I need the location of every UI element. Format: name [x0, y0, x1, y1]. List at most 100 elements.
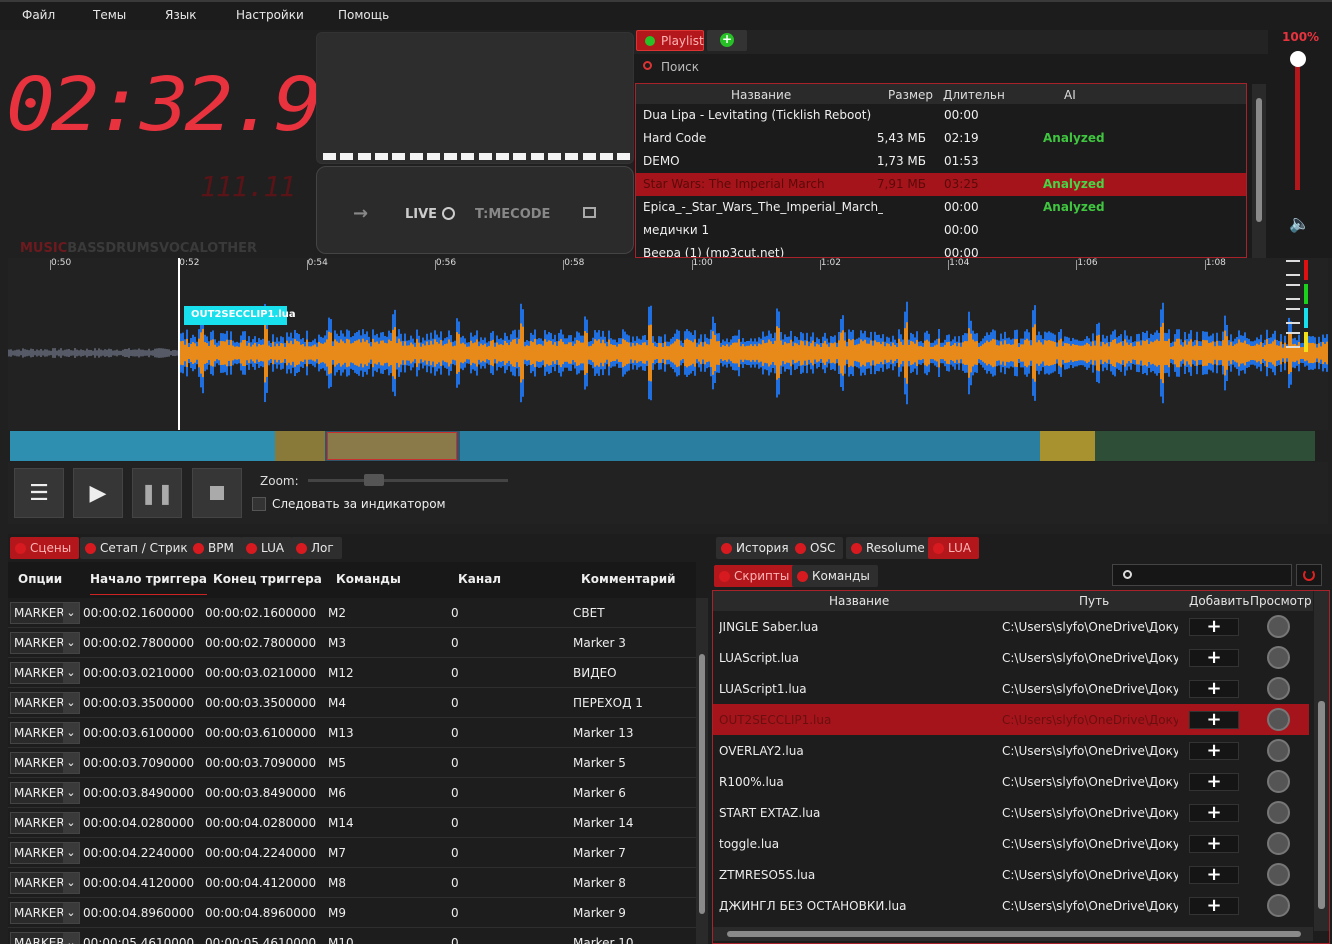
playlist-scroll-thumb[interactable]	[1256, 98, 1262, 222]
command[interactable]: M3	[328, 636, 346, 650]
menu-help[interactable]: Помощь	[338, 8, 389, 22]
trigger-end[interactable]: 00:00:03.0210000	[205, 666, 316, 680]
preview-button[interactable]	[1267, 863, 1290, 886]
scenes-scrollbar[interactable]	[696, 598, 708, 944]
scene-row[interactable]: MARKER ⌄ 00:00:04.2240000 00:00:04.224000…	[8, 838, 696, 868]
scene-row[interactable]: MARKER ⌄ 00:00:04.8960000 00:00:04.896000…	[8, 898, 696, 928]
option-select[interactable]: MARKER ⌄	[10, 632, 80, 654]
refresh-button[interactable]	[1296, 564, 1322, 586]
option-select[interactable]: MARKER ⌄	[10, 662, 80, 684]
col-start[interactable]: Начало триггера	[90, 572, 208, 595]
add-script-button[interactable]: +	[1189, 866, 1239, 884]
command[interactable]: M12	[328, 666, 354, 680]
channel[interactable]: 0	[451, 876, 459, 890]
trigger-end[interactable]: 00:00:04.8960000	[205, 906, 316, 920]
scene-row[interactable]: MARKER ⌄ 00:00:04.4120000 00:00:04.412000…	[8, 868, 696, 898]
queue-button[interactable]: ☰	[14, 468, 64, 518]
add-script-button[interactable]: +	[1189, 618, 1239, 636]
trigger-start[interactable]: 00:00:05.4610000	[83, 936, 194, 944]
stem-selector[interactable]: MUSICBASSDRUMSVOCALOTHER	[20, 241, 257, 256]
col-lua-add[interactable]: Добавить	[1189, 594, 1249, 608]
channel[interactable]: 0	[451, 606, 459, 620]
trigger-start[interactable]: 00:00:04.4120000	[83, 876, 194, 890]
channel[interactable]: 0	[451, 816, 459, 830]
add-playlist-button[interactable]: +	[707, 30, 747, 51]
tab-scenes-1[interactable]: Сетап / Стрик	[80, 537, 196, 559]
add-script-button[interactable]: +	[1189, 773, 1239, 791]
timecode-mode-button[interactable]: T:MECODE	[475, 207, 550, 222]
command[interactable]: M10	[328, 936, 354, 944]
tab-scenes-2[interactable]: BPM	[188, 537, 242, 559]
lane-menu-icon[interactable]	[1286, 308, 1300, 324]
scene-row[interactable]: MARKER ⌄ 00:00:02.7800000 00:00:02.780000…	[8, 628, 696, 658]
command[interactable]: M4	[328, 696, 346, 710]
lane-menu-icon[interactable]	[1286, 260, 1300, 276]
trigger-start[interactable]: 00:00:02.7800000	[83, 636, 194, 650]
command[interactable]: M5	[328, 756, 346, 770]
channel[interactable]: 0	[451, 786, 459, 800]
option-select[interactable]: MARKER ⌄	[10, 842, 80, 864]
scene-row[interactable]: MARKER ⌄ 00:00:03.6100000 00:00:03.610000…	[8, 718, 696, 748]
tab-lua-3[interactable]: LUA	[928, 537, 980, 559]
col-ai[interactable]: AI	[1064, 88, 1076, 102]
add-script-button[interactable]: +	[1189, 835, 1239, 853]
arrow-mode-button[interactable]: →	[353, 203, 368, 224]
tab-playlist[interactable]: Playlist	[636, 30, 704, 51]
command[interactable]: M13	[328, 726, 354, 740]
lua-scrollbar[interactable]	[1314, 591, 1329, 931]
stem-others[interactable]: BASSDRUMSVOCALOTHER	[67, 241, 257, 256]
col-channel[interactable]: Канал	[458, 572, 501, 586]
add-script-button[interactable]: +	[1189, 680, 1239, 698]
preview-button[interactable]	[1267, 894, 1290, 917]
lua-hscroll-thumb[interactable]	[727, 931, 1301, 937]
scene-row[interactable]: MARKER ⌄ 00:00:03.7090000 00:00:03.709000…	[8, 748, 696, 778]
overview-strip[interactable]	[10, 431, 1315, 461]
stem-music[interactable]: MUSIC	[20, 241, 67, 256]
script-row[interactable]: ZTMRESO5S.lua C:\Users\slyfo\OneDrive\До…	[713, 859, 1309, 890]
overview-viewport[interactable]	[327, 432, 457, 460]
tab-lua-2[interactable]: Resolume	[846, 537, 933, 559]
trigger-end[interactable]: 00:00:04.0280000	[205, 816, 316, 830]
menu-themes[interactable]: Темы	[93, 8, 126, 22]
col-lua-preview[interactable]: Просмотр	[1250, 594, 1312, 608]
comment[interactable]: Marker 9	[573, 906, 626, 920]
channel[interactable]: 0	[451, 726, 459, 740]
col-commands[interactable]: Команды	[336, 572, 401, 586]
option-select[interactable]: MARKER ⌄	[10, 722, 80, 744]
trigger-start[interactable]: 00:00:04.2240000	[83, 846, 194, 860]
script-row[interactable]: OUT2SECCLIP1.lua C:\Users\slyfo\OneDrive…	[713, 704, 1309, 735]
trigger-end[interactable]: 00:00:03.8490000	[205, 786, 316, 800]
col-duration[interactable]: Длительн	[943, 88, 1005, 102]
col-end[interactable]: Конец триггера	[213, 572, 322, 586]
channel[interactable]: 0	[451, 756, 459, 770]
trigger-start[interactable]: 00:00:02.1600000	[83, 606, 194, 620]
playlist-row[interactable]: DEMO 1,73 МБ 01:53	[636, 150, 1246, 173]
menu-settings[interactable]: Настройки	[236, 8, 304, 22]
option-select[interactable]: MARKER ⌄	[10, 902, 80, 924]
preview-button[interactable]	[1267, 615, 1290, 638]
tab-scenes-4[interactable]: Лог	[291, 537, 342, 559]
playlist-row[interactable]: Hard Code 5,43 МБ 02:19 Analyzed	[636, 127, 1246, 150]
col-comment[interactable]: Комментарий	[581, 572, 676, 586]
col-lua-path[interactable]: Путь	[1079, 594, 1109, 608]
stop-button[interactable]	[192, 468, 242, 518]
playlist-row[interactable]: Epica_-_Star_Wars_The_Imperial_March_478…	[636, 196, 1246, 219]
volume-slider[interactable]	[1295, 58, 1300, 190]
playhead[interactable]	[178, 258, 180, 430]
option-select[interactable]: MARKER ⌄	[10, 692, 80, 714]
zoom-slider[interactable]	[308, 479, 508, 482]
comment[interactable]: Marker 5	[573, 756, 626, 770]
option-select[interactable]: MARKER ⌄	[10, 872, 80, 894]
speaker-icon[interactable]: 🔈	[1289, 214, 1310, 234]
script-row[interactable]: START EXTAZ.lua C:\Users\slyfo\OneDrive\…	[713, 797, 1309, 828]
trigger-end[interactable]: 00:00:04.2240000	[205, 846, 316, 860]
zoom-handle[interactable]	[364, 474, 384, 486]
playlist-row[interactable]: медички 1 00:00	[636, 219, 1246, 242]
comment[interactable]: Marker 14	[573, 816, 634, 830]
channel[interactable]: 0	[451, 666, 459, 680]
playlist-search[interactable]: Поиск	[634, 56, 1268, 80]
search-input[interactable]: Поиск	[661, 60, 699, 74]
channel[interactable]: 0	[451, 696, 459, 710]
play-button[interactable]: ▶	[73, 468, 123, 518]
script-row[interactable]: toggle.lua C:\Users\slyfo\OneDrive\Докум…	[713, 828, 1309, 859]
